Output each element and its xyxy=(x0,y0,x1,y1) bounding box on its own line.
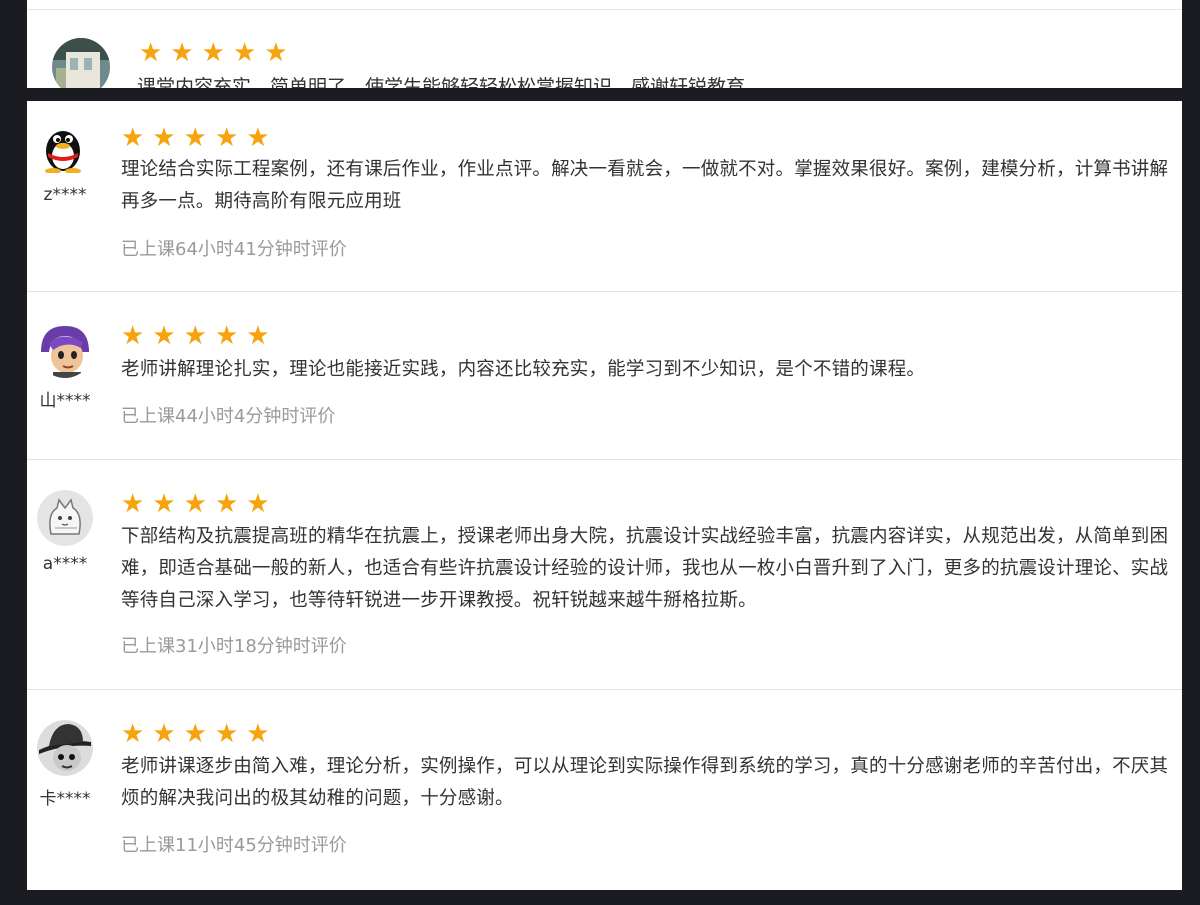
review-meta: 已上课44小时4分钟时评价 xyxy=(121,406,336,427)
star-icon: ★ xyxy=(246,719,270,749)
review-content: 下部结构及抗震提高班的精华在抗震上，授课老师出身大院，抗震设计实战经验丰富，抗震… xyxy=(121,526,1169,611)
star-icon: ★ xyxy=(121,719,145,749)
star-icon: ★ xyxy=(121,489,145,519)
divider xyxy=(27,9,1182,10)
star-icon: ★ xyxy=(121,321,145,351)
cartoon-purple-hair-avatar-icon xyxy=(37,322,93,378)
username: a**** xyxy=(42,554,88,574)
star-icon: ★ xyxy=(183,321,207,351)
star-icon: ★ xyxy=(201,38,225,68)
star-icon: ★ xyxy=(152,489,176,519)
review-content: 理论结合实际工程案例，还有课后作业，作业点评。解决一看就会，一做就不对。掌握效果… xyxy=(121,159,1169,212)
star-icon: ★ xyxy=(152,123,176,153)
star-icon: ★ xyxy=(214,489,239,519)
building-photo-avatar-icon xyxy=(52,38,110,88)
username: 山**** xyxy=(39,391,91,411)
star-icon: ★ xyxy=(152,321,176,351)
star-icon: ★ xyxy=(183,719,207,749)
section-separator xyxy=(27,88,1182,101)
rating-stars: ★ ★ ★ ★ ★ xyxy=(121,125,270,151)
review-content: 老师讲课逐步由简入难，理论分析，实例操作，可以从理论到实际操作得到系统的学习，真… xyxy=(121,756,1169,809)
review-item: 卡**** ★ ★ ★ ★ ★ 老师讲课逐步由简入难，理论分析，实例操作，可以从… xyxy=(27,690,1182,890)
star-icon: ★ xyxy=(214,321,239,351)
star-icon: ★ xyxy=(246,489,270,519)
star-icon: ★ xyxy=(121,123,145,153)
review-item: a**** ★ ★ ★ ★ ★ 下部结构及抗震提高班的精华在抗震上，授课老师出身… xyxy=(27,460,1182,690)
star-icon: ★ xyxy=(246,123,270,153)
star-icon: ★ xyxy=(214,719,239,749)
rating-stars: ★ ★ ★ ★ ★ xyxy=(121,323,270,349)
star-icon: ★ xyxy=(183,123,207,153)
review-item: z**** ★ ★ ★ ★ ★ 理论结合实际工程案例，还有课后作业，作业点评。解… xyxy=(27,101,1182,292)
rating-stars: ★ ★ ★ ★ ★ xyxy=(121,721,270,747)
penguin-avatar-icon xyxy=(39,123,87,173)
review-list: z**** ★ ★ ★ ★ ★ 理论结合实际工程案例，还有课后作业，作业点评。解… xyxy=(27,101,1182,890)
star-icon: ★ xyxy=(183,489,207,519)
username: 卡**** xyxy=(39,789,91,809)
star-icon: ★ xyxy=(264,38,288,68)
cat-sketch-avatar-icon xyxy=(37,490,93,546)
review-content: 课堂内容充实，简单明了，使学生能够轻轻松松掌握知识，感谢轩锐教育 xyxy=(137,76,746,88)
review-meta: 已上课64小时41分钟时评价 xyxy=(121,239,347,260)
review-meta: 已上课11小时45分钟时评价 xyxy=(121,835,347,856)
star-icon: ★ xyxy=(214,123,239,153)
star-icon: ★ xyxy=(246,321,270,351)
review-item: 山**** ★ ★ ★ ★ ★ 老师讲解理论扎实，理论也能接近实践，内容还比较充… xyxy=(27,292,1182,460)
star-icon: ★ xyxy=(152,719,176,749)
review-meta: 已上课31小时18分钟时评价 xyxy=(121,636,347,657)
username: z**** xyxy=(43,185,87,205)
star-icon: ★ xyxy=(232,38,257,68)
star-icon: ★ xyxy=(170,38,194,68)
review-card-partial: ★ ★ ★ ★ ★ 课堂内容充实，简单明了，使学生能够轻轻松松掌握知识，感谢轩锐… xyxy=(27,0,1182,88)
star-icon: ★ xyxy=(139,38,163,68)
rating-stars: ★ ★ ★ ★ ★ xyxy=(121,491,270,517)
rating-stars: ★ ★ ★ ★ ★ xyxy=(139,40,288,66)
review-content: 老师讲解理论扎实，理论也能接近实践，内容还比较充实，能学习到不少知识，是个不错的… xyxy=(121,359,926,380)
hat-character-avatar-icon xyxy=(37,720,93,776)
